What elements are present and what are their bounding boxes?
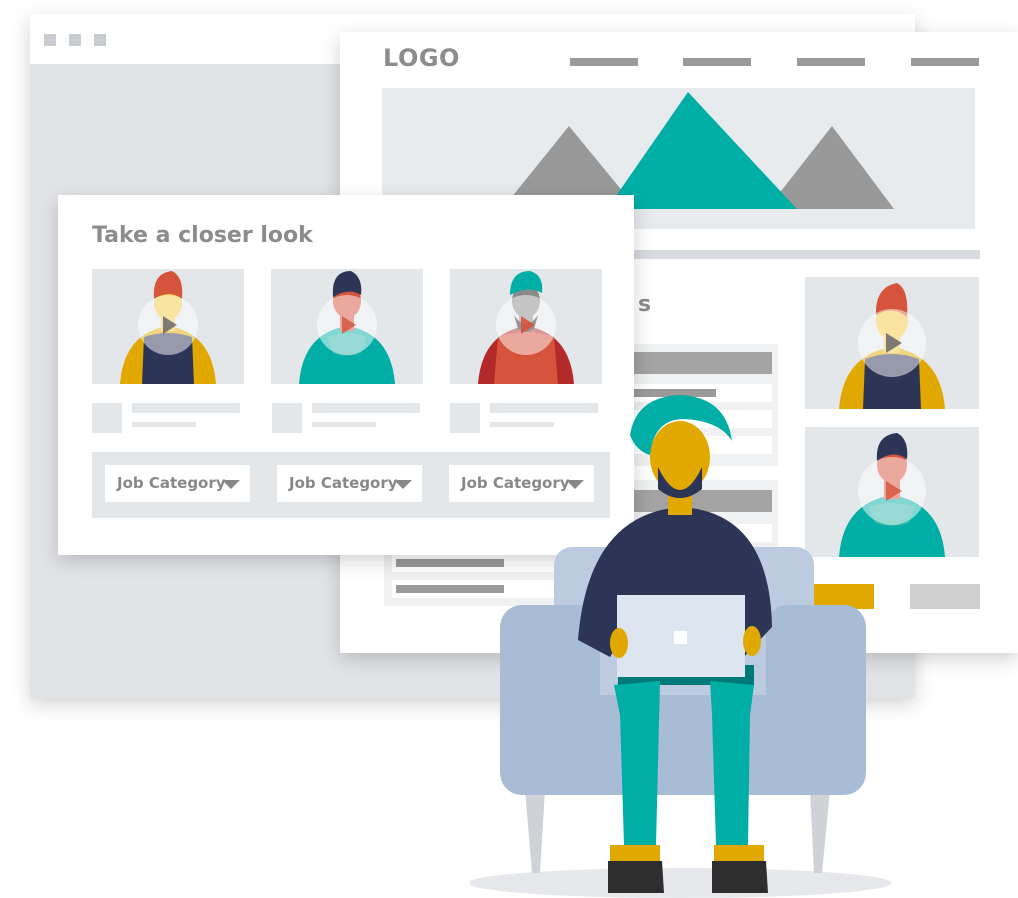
- person-avatar-icon: [839, 283, 945, 409]
- thumbnail-placeholder: [272, 403, 302, 433]
- text-placeholder: [132, 403, 240, 413]
- text-placeholder: [312, 403, 420, 413]
- dropdown-label: Job Category: [117, 474, 226, 492]
- person-avatar-icon: [120, 271, 216, 384]
- text-placeholder: [312, 422, 376, 427]
- logo: LOGO: [383, 44, 460, 72]
- chevron-down-icon: [222, 480, 240, 489]
- chevron-down-icon: [394, 480, 412, 489]
- job-category-dropdown[interactable]: Job Category: [105, 465, 250, 502]
- divider: [630, 250, 980, 259]
- dropdown-label: Job Category: [289, 474, 398, 492]
- thumbnail-placeholder: [92, 403, 122, 433]
- nav-link-placeholder[interactable]: [797, 58, 865, 66]
- nav-link-placeholder[interactable]: [683, 58, 751, 66]
- secondary-button[interactable]: [910, 584, 980, 609]
- text-placeholder: [132, 422, 196, 427]
- person-avatar-icon: [478, 271, 574, 384]
- person-avatar-icon: [299, 271, 395, 384]
- nav-link-placeholder[interactable]: [911, 58, 979, 66]
- section-heading: s: [638, 292, 652, 317]
- nav-link-placeholder[interactable]: [570, 58, 638, 66]
- window-dot-icon: [44, 34, 56, 46]
- card-title: Take a closer look: [92, 223, 313, 248]
- person-on-armchair-illustration: [470, 395, 892, 898]
- profile-video-card[interactable]: [805, 277, 979, 409]
- list-header-bar: [630, 352, 772, 374]
- profile-video-card[interactable]: [92, 269, 244, 384]
- profile-video-card[interactable]: [271, 269, 423, 384]
- job-category-dropdown[interactable]: Job Category: [277, 465, 422, 502]
- window-dot-icon: [69, 34, 81, 46]
- window-dot-icon: [94, 34, 106, 46]
- profile-video-card[interactable]: [450, 269, 602, 384]
